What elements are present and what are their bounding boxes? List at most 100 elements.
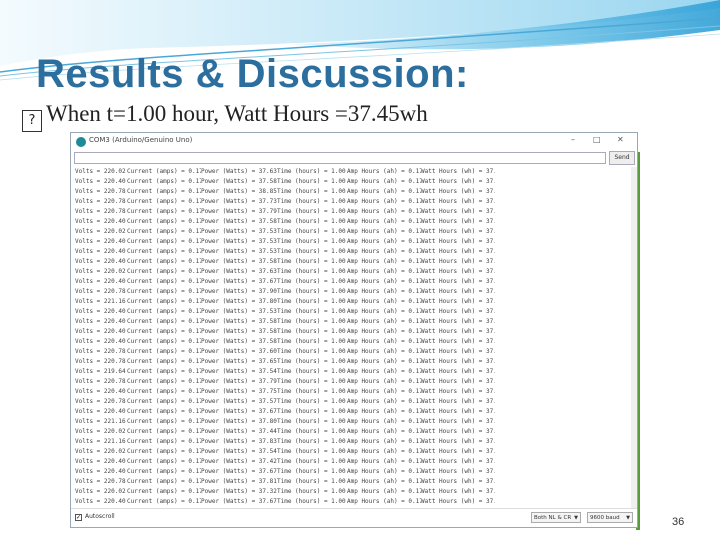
log-field: Power (Watts) = 37.63 [201,168,277,175]
log-field: Volts = 220.78 [75,358,126,365]
log-field: Amp Hours (ah) = 0.17 [347,258,421,265]
log-field: Amp Hours (ah) = 0.17 [347,308,421,315]
log-field: Current (amps) = 0.17 [127,298,201,305]
log-field: Amp Hours (ah) = 0.17 [347,468,421,475]
log-field: Watt Hours (wh) = 37.32 [421,168,495,175]
log-field: Power (Watts) = 37.63 [201,268,277,275]
autoscroll-checkbox[interactable]: ✓ [75,514,82,521]
log-line: Volts = 220.40 Current (amps) = 0.17 Power… [73,467,633,477]
log-line: Volts = 220.78 Current (amps) = 0.17 Power… [73,347,633,357]
log-field: Power (Watts) = 37.53 [201,238,277,245]
log-field: Current (amps) = 0.17 [127,418,201,425]
log-field: Volts = 221.16 [75,418,126,425]
serial-input[interactable] [74,152,606,164]
log-field: Current (amps) = 0.17 [127,188,201,195]
log-field: Time (hours) = 1.00 [277,308,346,315]
log-field: Volts = 221.16 [75,438,126,445]
log-field: Volts = 220.40 [75,388,126,395]
log-field: Time (hours) = 1.00 [277,428,346,435]
log-line: Volts = 220.40 Current (amps) = 0.17 Power… [73,457,633,467]
log-line: Volts = 220.78 Current (amps) = 0.17 Power… [73,187,633,197]
minimize-icon[interactable]: – [571,135,575,144]
scrollbar[interactable] [631,167,637,509]
log-field: Power (Watts) = 37.44 [201,428,277,435]
log-field: Amp Hours (ah) = 0.17 [347,488,421,495]
log-field: Watt Hours (wh) = 37.48 [421,378,495,385]
arduino-icon [76,137,86,147]
log-field: Watt Hours (wh) = 37.56 [421,418,495,425]
log-field: Time (hours) = 1.00 [277,208,346,215]
slide-title: Results & Discussion: [36,52,469,96]
log-field: Time (hours) = 1.00 [277,268,346,275]
log-field: Volts = 220.02 [75,168,126,175]
log-field: Power (Watts) = 37.67 [201,468,277,475]
log-field: Current (amps) = 0.17 [127,498,201,505]
baud-rate-select[interactable]: 9600 baud ▼ [587,512,633,523]
log-field: Power (Watts) = 37.53 [201,228,277,235]
log-field: Amp Hours (ah) = 0.17 [347,198,421,205]
send-row: Send [71,151,637,167]
log-line: Volts = 220.40 Current (amps) = 0.17 Power… [73,257,633,267]
log-field: Time (hours) = 1.00 [277,438,346,445]
bullet-text: When t=1.00 hour, Watt Hours =37.45wh [46,101,428,126]
close-icon[interactable]: ✕ [617,135,624,144]
log-field: Amp Hours (ah) = 0.17 [347,318,421,325]
log-field: Power (Watts) = 37.67 [201,278,277,285]
log-field: Power (Watts) = 37.58 [201,328,277,335]
log-field: Current (amps) = 0.17 [127,468,201,475]
log-field: Time (hours) = 1.00 [277,338,346,345]
log-field: Watt Hours (wh) = 37.54 [421,298,495,305]
log-field: Volts = 220.02 [75,448,126,455]
log-field: Volts = 220.40 [75,328,126,335]
log-field: Time (hours) = 1.00 [277,168,346,175]
log-line: Volts = 220.78 Current (amps) = 0.17 Power… [73,477,633,487]
line-ending-select[interactable]: Both NL & CR ▼ [531,512,581,523]
log-field: Amp Hours (ah) = 0.17 [347,238,421,245]
serial-monitor-window: COM3 (Arduino/Genuino Uno) – □ ✕ Send Vo… [70,132,638,528]
log-field: Time (hours) = 1.00 [277,278,346,285]
log-field: Current (amps) = 0.17 [127,438,201,445]
chevron-down-icon: ▼ [574,515,578,521]
serial-output[interactable]: Volts = 220.02 Current (amps) = 0.17 Power… [73,167,633,509]
log-field: Watt Hours (wh) = 37.41 [421,318,495,325]
log-field: Amp Hours (ah) = 0.17 [347,338,421,345]
log-line: Volts = 220.40 Current (amps) = 0.17 Power… [73,277,633,287]
log-field: Time (hours) = 1.00 [277,358,346,365]
window-titlebar: COM3 (Arduino/Genuino Uno) – □ ✕ [71,133,637,151]
log-field: Time (hours) = 1.00 [277,318,346,325]
log-line: Volts = 220.78 Current (amps) = 0.17 Power… [73,397,633,407]
log-field: Current (amps) = 0.17 [127,248,201,255]
log-field: Current (amps) = 0.17 [127,408,201,415]
log-field: Current (amps) = 0.17 [127,308,201,315]
log-field: Amp Hours (ah) = 0.17 [347,438,421,445]
log-line: Volts = 221.16 Current (amps) = 0.17 Power… [73,417,633,427]
log-field: Volts = 220.78 [75,478,126,485]
log-field: Time (hours) = 1.00 [277,488,346,495]
log-field: Time (hours) = 1.00 [277,288,346,295]
log-field: Watt Hours (wh) = 37.48 [421,348,495,355]
log-field: Watt Hours (wh) = 37.46 [421,208,495,215]
log-field: Current (amps) = 0.17 [127,488,201,495]
log-field: Volts = 219.64 [75,368,126,375]
log-field: Watt Hours (wh) = 37.29 [421,368,495,375]
chevron-down-icon: ▼ [626,515,630,521]
log-field: Current (amps) = 0.17 [127,458,201,465]
log-field: Power (Watts) = 37.58 [201,218,277,225]
log-field: Watt Hours (wh) = 37.38 [421,488,495,495]
log-line: Volts = 220.40 Current (amps) = 0.17 Power… [73,337,633,347]
log-field: Current (amps) = 0.17 [127,238,201,245]
log-field: Watt Hours (wh) = 37.31 [421,448,495,455]
log-line: Volts = 221.16 Current (amps) = 0.17 Power… [73,437,633,447]
log-field: Time (hours) = 1.00 [277,408,346,415]
log-field: Amp Hours (ah) = 0.17 [347,458,421,465]
maximize-icon[interactable]: □ [593,135,601,144]
log-line: Volts = 220.02Current (amps) = 0.17Power… [73,267,633,277]
send-button[interactable]: Send [609,151,635,165]
log-field: Power (Watts) = 37.58 [201,258,277,265]
log-field: Power (Watts) = 37.42 [201,458,277,465]
log-line: Volts = 220.40 Current (amps) = 0.17 Power… [73,407,633,417]
log-field: Volts = 220.40 [75,218,126,225]
log-field: Power (Watts) = 37.57 [201,398,277,405]
log-field: Watt Hours (wh) = 37.43 [421,218,495,225]
log-field: Power (Watts) = 37.60 [201,348,277,355]
